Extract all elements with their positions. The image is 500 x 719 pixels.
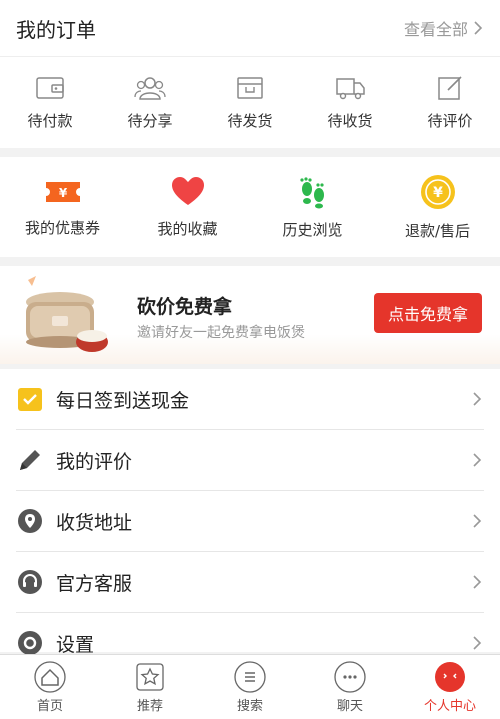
- chevron-right-icon: [473, 453, 482, 467]
- svg-text:¥: ¥: [58, 186, 67, 200]
- chat-icon: [334, 660, 366, 693]
- nav-label: 聊天: [336, 698, 363, 714]
- rice-cooker-image: [26, 276, 108, 352]
- order-item-label: 待评价: [427, 111, 473, 130]
- menu-item-label: 设置: [56, 633, 95, 656]
- chevron-right-icon: [473, 514, 482, 528]
- quick-item-label: 历史浏览: [282, 220, 343, 239]
- nav-label: 搜索: [236, 698, 263, 714]
- truck-icon: [336, 77, 365, 99]
- edit-icon: [438, 75, 462, 100]
- my-favorites-button[interactable]: 我的收藏: [125, 157, 250, 257]
- quick-item-label: 我的收藏: [157, 219, 218, 238]
- heart-icon: [171, 176, 204, 205]
- order-pending-share[interactable]: 待分享: [100, 57, 200, 147]
- location-icon: [16, 507, 44, 535]
- my-coupons-button[interactable]: ¥ 我的优惠券: [0, 157, 125, 257]
- bargain-promo-banner[interactable]: 砍价免费拿 邀请好友一起免费拿电饭煲 点击免费拿: [0, 266, 500, 364]
- nav-label: 首页: [36, 698, 63, 714]
- nav-profile[interactable]: 个人中心: [400, 655, 500, 719]
- menu-item-daily-checkin[interactable]: 每日签到送现金: [16, 369, 484, 430]
- order-pending-payment[interactable]: 待付款: [0, 57, 100, 147]
- menu-list: 每日签到送现金 我的评价 收货地址 官方客服 设置: [0, 369, 500, 656]
- order-item-label: 待分享: [127, 111, 173, 130]
- home-icon: [34, 660, 66, 693]
- menu-item-customer-service[interactable]: 官方客服: [16, 552, 484, 613]
- nav-label: 个人中心: [423, 698, 476, 714]
- nav-chat[interactable]: 聊天: [300, 655, 400, 719]
- quick-links-section: ¥ 我的优惠券 我的收藏 历史浏览 ¥ 退款/售后: [0, 157, 500, 257]
- order-item-label: 待发货: [227, 111, 273, 130]
- coupon-icon: ¥: [45, 181, 80, 202]
- orders-header: 我的订单 查看全部: [0, 0, 500, 57]
- recommend-icon: [136, 662, 164, 691]
- svg-text:¥: ¥: [433, 185, 443, 201]
- profile-icon: [435, 661, 465, 692]
- view-all-label: 查看全部: [403, 20, 468, 39]
- nav-recommend[interactable]: 推荐: [100, 655, 200, 719]
- menu-item-label: 我的评价: [56, 450, 133, 473]
- box-icon: [237, 76, 263, 99]
- menu-item-label: 每日签到送现金: [56, 389, 190, 412]
- headset-icon: [16, 568, 44, 596]
- footprint-icon: [299, 176, 324, 208]
- gear-icon: [16, 629, 44, 657]
- get-free-button[interactable]: 点击免费拿: [374, 293, 482, 333]
- yen-coin-icon: ¥: [420, 174, 455, 209]
- menu-item-label: 收货地址: [56, 511, 133, 534]
- menu-item-my-reviews[interactable]: 我的评价: [16, 430, 484, 491]
- orders-section: 我的订单 查看全部 待付款 待分享 待发货 待收货 待评价: [0, 0, 500, 148]
- menu-item-shipping-address[interactable]: 收货地址: [16, 491, 484, 552]
- chevron-right-icon: [474, 21, 483, 35]
- nav-home[interactable]: 首页: [0, 655, 100, 719]
- chevron-right-icon: [473, 392, 482, 406]
- search-icon: [234, 660, 266, 693]
- pencil-icon: [16, 446, 44, 474]
- quick-item-label: 退款/售后: [404, 221, 471, 240]
- quick-item-label: 我的优惠券: [24, 218, 100, 237]
- checkin-icon: [16, 385, 44, 413]
- order-pending-review[interactable]: 待评价: [400, 57, 500, 147]
- promo-title: 砍价免费拿: [137, 296, 233, 318]
- bottom-nav: 首页 推荐 搜索 聊天 个人中心: [0, 654, 500, 719]
- menu-item-label: 官方客服: [56, 572, 133, 595]
- refund-aftersale-button[interactable]: ¥ 退款/售后: [375, 157, 500, 257]
- nav-label: 推荐: [136, 698, 163, 714]
- promo-subtitle: 邀请好友一起免费拿电饭煲: [137, 325, 305, 341]
- nav-search[interactable]: 搜索: [200, 655, 300, 719]
- order-pending-shipment[interactable]: 待发货: [200, 57, 300, 147]
- order-item-label: 待付款: [27, 111, 73, 130]
- browse-history-button[interactable]: 历史浏览: [250, 157, 375, 257]
- chevron-right-icon: [473, 636, 482, 650]
- view-all-orders-link[interactable]: 查看全部: [404, 16, 484, 40]
- orders-title: 我的订单: [16, 17, 96, 42]
- chevron-right-icon: [473, 575, 482, 589]
- wallet-icon: [36, 76, 64, 99]
- order-item-label: 待收货: [327, 111, 373, 130]
- group-icon: [134, 76, 166, 100]
- order-pending-receipt[interactable]: 待收货: [300, 57, 400, 147]
